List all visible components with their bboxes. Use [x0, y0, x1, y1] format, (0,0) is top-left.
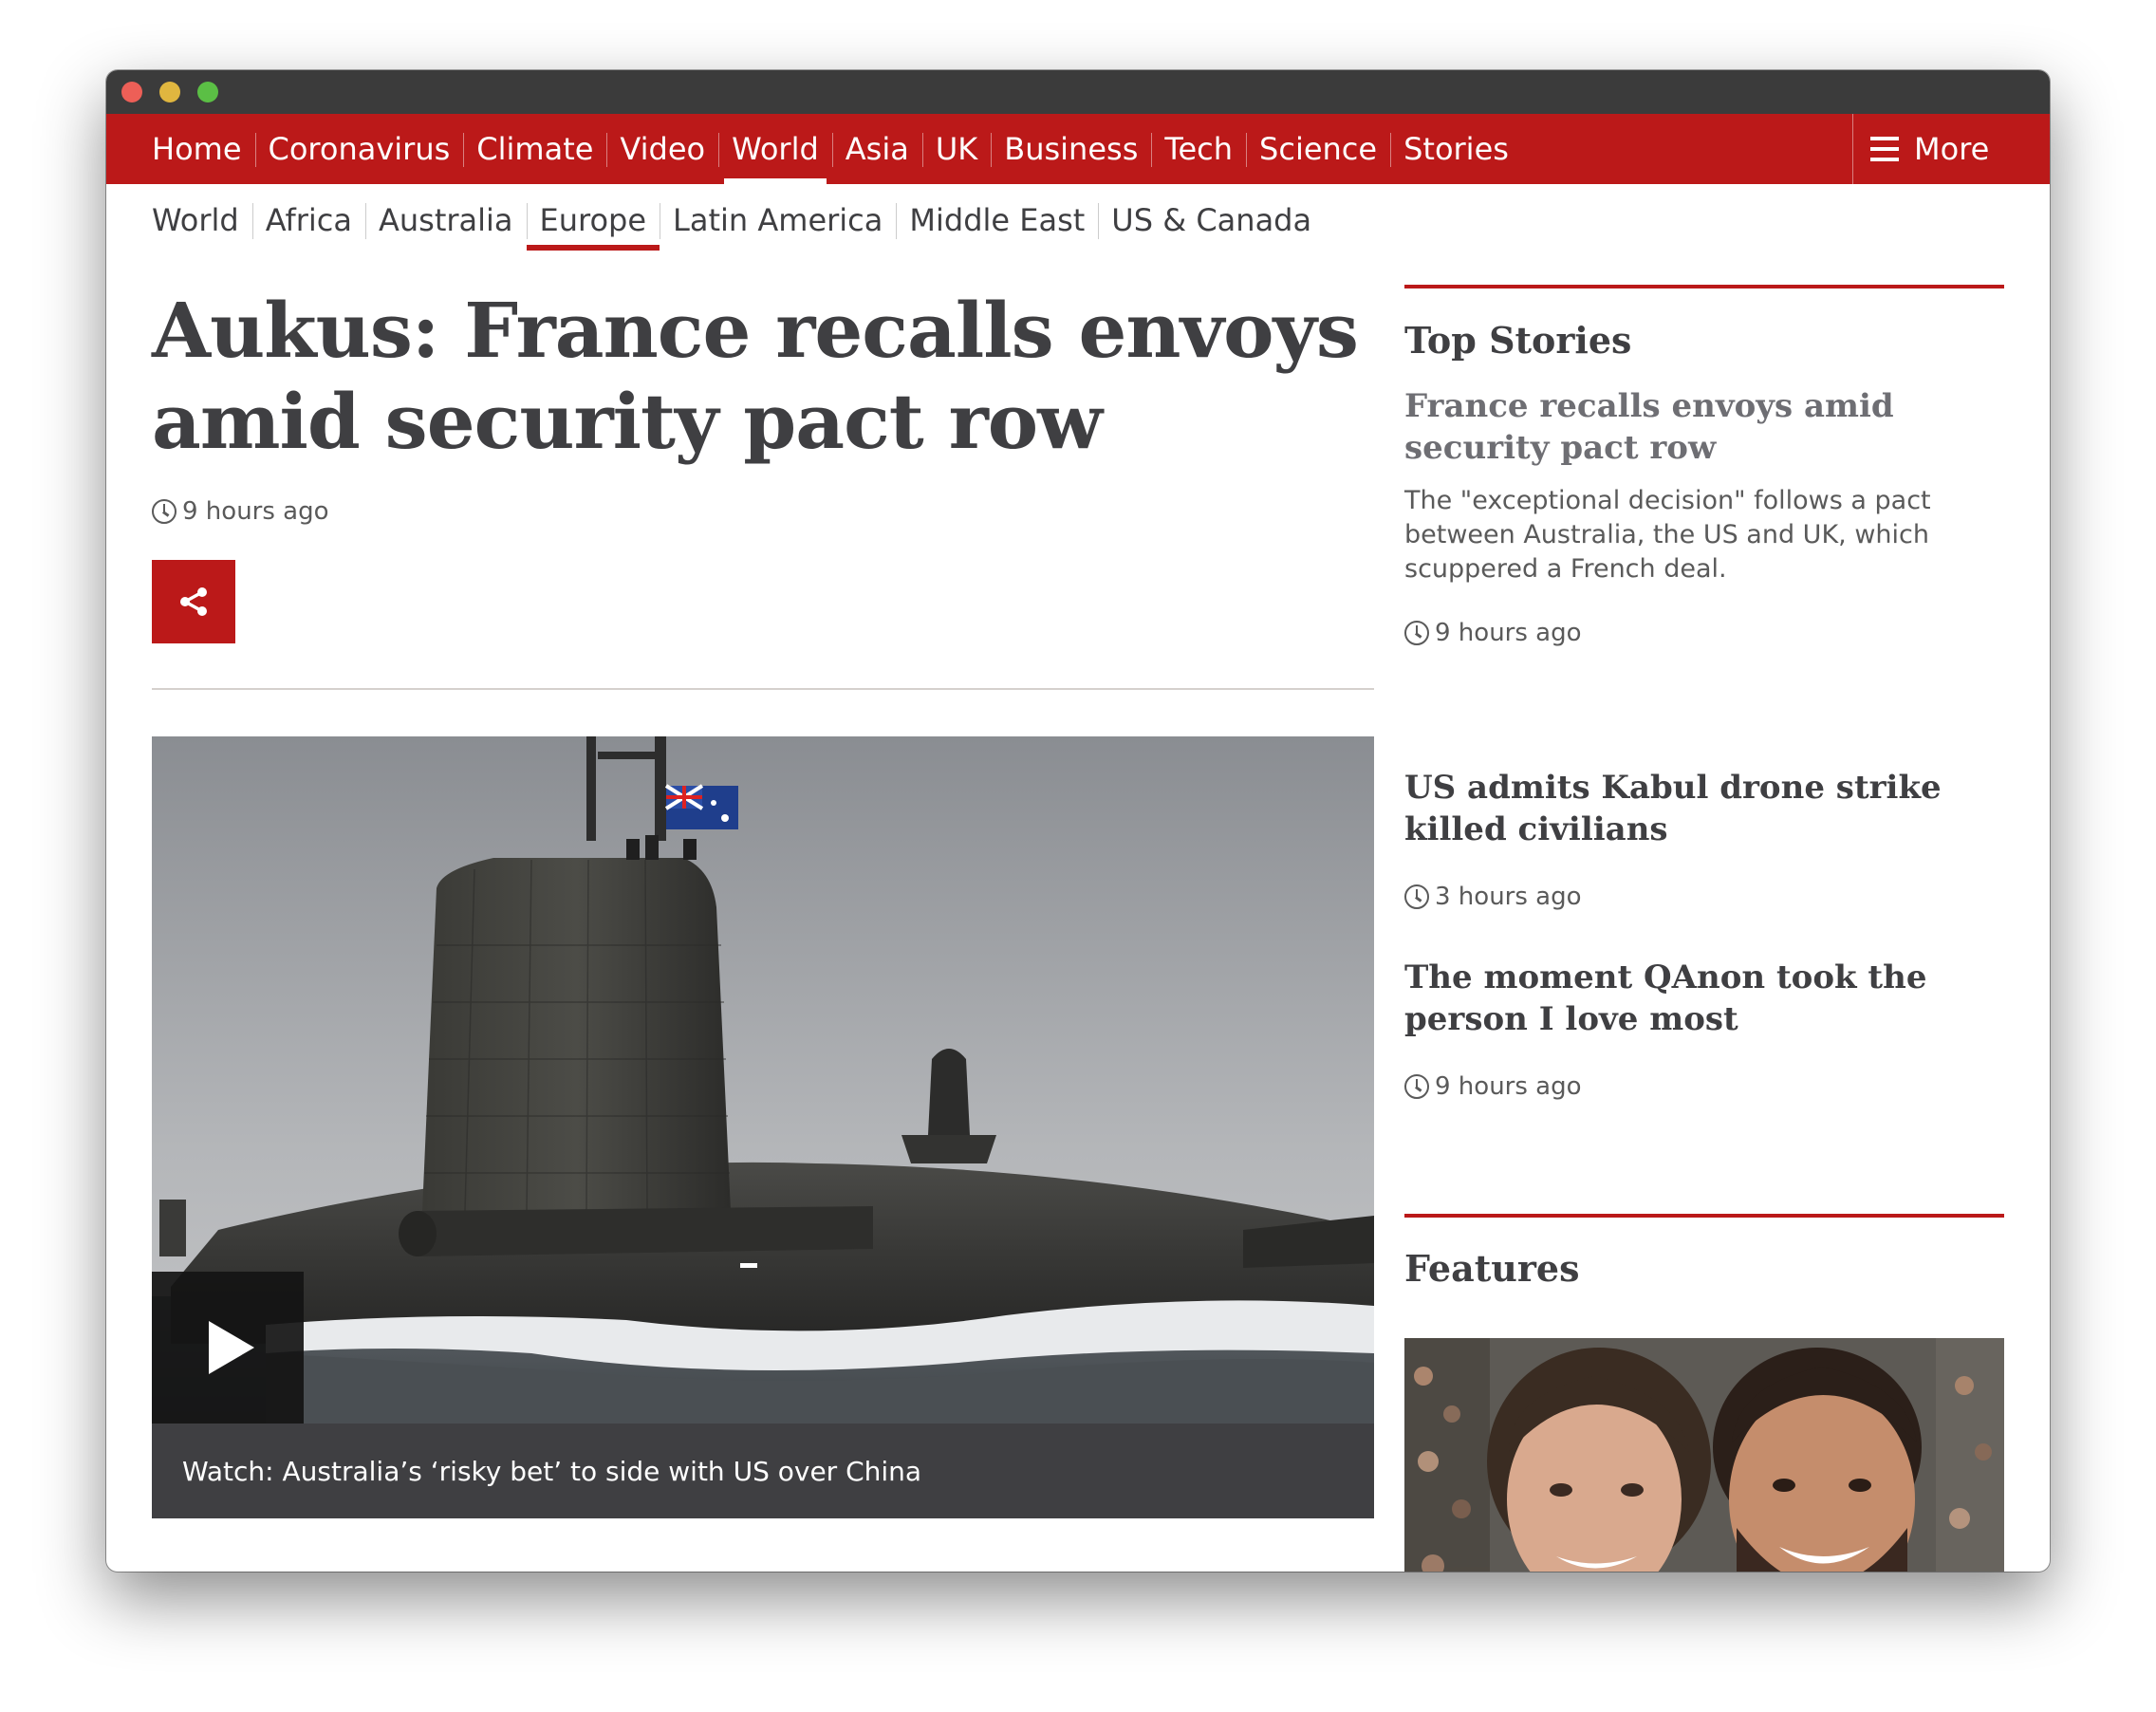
top-story-item[interactable]: The moment QAnon took the person I love …	[1404, 957, 2004, 1101]
subnav-item-europe[interactable]: Europe	[526, 184, 660, 256]
top-story-title[interactable]: France recalls envoys amid security pact…	[1404, 385, 2004, 469]
subnav-item-us-canada[interactable]: US & Canada	[1098, 184, 1325, 256]
primary-nav-items: Home Coronavirus Climate Video World Asi…	[152, 114, 1522, 184]
subnav-item-world[interactable]: World	[152, 184, 252, 256]
nav-item-uk[interactable]: UK	[921, 114, 991, 184]
nav-item-tech[interactable]: Tech	[1151, 114, 1246, 184]
nav-item-science[interactable]: Science	[1246, 114, 1390, 184]
top-stories-heading: Top Stories	[1404, 319, 1632, 362]
nav-item-home[interactable]: Home	[152, 114, 255, 184]
nav-item-asia[interactable]: Asia	[831, 114, 922, 184]
sidebar: Top Stories France recalls envoys amid s…	[1404, 285, 2004, 1572]
top-story-title[interactable]: The moment QAnon took the person I love …	[1404, 957, 2004, 1040]
share-button[interactable]	[152, 560, 235, 643]
top-story-timestamp: 3 hours ago	[1404, 883, 2004, 911]
browser-window: Home Coronavirus Climate Video World Asi…	[106, 70, 2050, 1572]
features-heading: Features	[1404, 1247, 1580, 1290]
nav-item-coronavirus[interactable]: Coronavirus	[254, 114, 464, 184]
more-menu-label: More	[1914, 131, 1990, 167]
clock-icon	[152, 499, 177, 524]
top-story-timestamp: 9 hours ago	[1404, 1072, 2004, 1101]
share-icon	[180, 587, 207, 616]
top-story-summary: The "exceptional decision" follows a pac…	[1404, 486, 1931, 584]
secondary-navigation: World Africa Australia Europe Latin Amer…	[152, 184, 1325, 256]
top-story-item[interactable]: US admits Kabul drone strike killed civi…	[1404, 767, 2004, 911]
top-stories-rule	[1404, 285, 2004, 288]
top-story-timestamp: 9 hours ago	[1404, 619, 2004, 647]
nav-item-climate[interactable]: Climate	[463, 114, 606, 184]
nav-item-stories[interactable]: Stories	[1390, 114, 1522, 184]
subnav-item-australia[interactable]: Australia	[364, 184, 527, 256]
submarine-video-thumbnail	[152, 736, 1374, 1424]
top-story-timestamp-text: 9 hours ago	[1435, 619, 1582, 647]
more-menu-button[interactable]: More	[1852, 114, 2050, 184]
subnav-item-africa[interactable]: Africa	[251, 184, 365, 256]
video-caption: Watch: Australia’s ‘risky bet’ to side w…	[152, 1424, 1374, 1518]
minimize-window-button[interactable]	[159, 82, 180, 102]
play-button[interactable]	[152, 1272, 304, 1424]
window-titlebar	[106, 70, 2050, 114]
nav-item-business[interactable]: Business	[991, 114, 1151, 184]
maximize-window-button[interactable]	[197, 82, 218, 102]
nav-item-world[interactable]: World	[718, 114, 832, 184]
features-rule	[1404, 1214, 2004, 1218]
top-story-timestamp-text: 9 hours ago	[1435, 1072, 1582, 1101]
nav-item-video[interactable]: Video	[606, 114, 718, 184]
subnav-item-middle-east[interactable]: Middle East	[896, 184, 1098, 256]
play-icon	[209, 1321, 254, 1374]
hamburger-menu-icon	[1870, 137, 1899, 161]
subnav-item-latin-america[interactable]: Latin America	[660, 184, 896, 256]
top-story-item[interactable]: France recalls envoys amid security pact…	[1404, 385, 2004, 647]
article-timestamp-text: 9 hours ago	[182, 497, 329, 526]
article-headline: Aukus: France recalls envoys amid securi…	[152, 286, 1359, 466]
top-story-title[interactable]: US admits Kabul drone strike killed civi…	[1404, 767, 2004, 850]
clock-icon	[1404, 1074, 1429, 1099]
top-story-timestamp-text: 3 hours ago	[1435, 883, 1582, 911]
feature-story-image[interactable]	[1404, 1338, 2004, 1572]
close-window-button[interactable]	[121, 82, 142, 102]
article-timestamp: 9 hours ago	[152, 497, 329, 526]
primary-navigation: Home Coronavirus Climate Video World Asi…	[106, 114, 2050, 184]
clock-icon	[1404, 884, 1429, 909]
video-player[interactable]: Watch: Australia’s ‘risky bet’ to side w…	[152, 736, 1374, 1518]
clock-icon	[1404, 621, 1429, 645]
article-divider	[152, 688, 1374, 690]
